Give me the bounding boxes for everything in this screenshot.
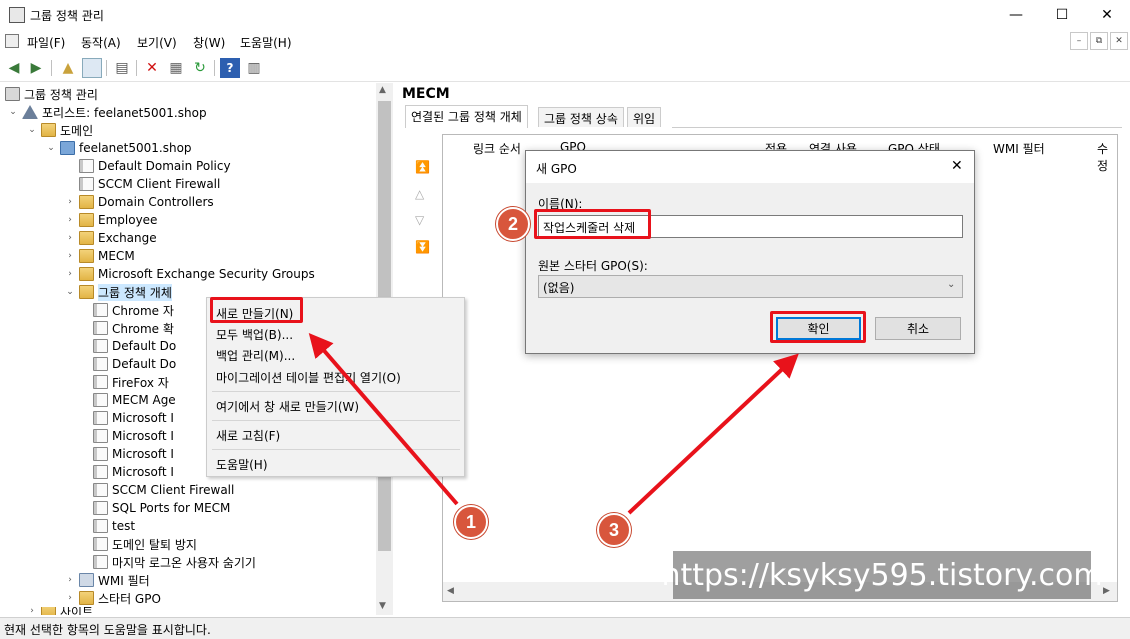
step-badge-1: 1 (454, 505, 488, 539)
step-badge-2: 2 (496, 207, 530, 241)
arrow-to-ok-button (627, 353, 799, 515)
watermark: https://ksyksy595.tistory.com (661, 551, 1103, 599)
step-badge-3: 3 (597, 513, 631, 547)
arrow-to-new-item (308, 332, 459, 506)
annotation-arrows (308, 332, 799, 515)
